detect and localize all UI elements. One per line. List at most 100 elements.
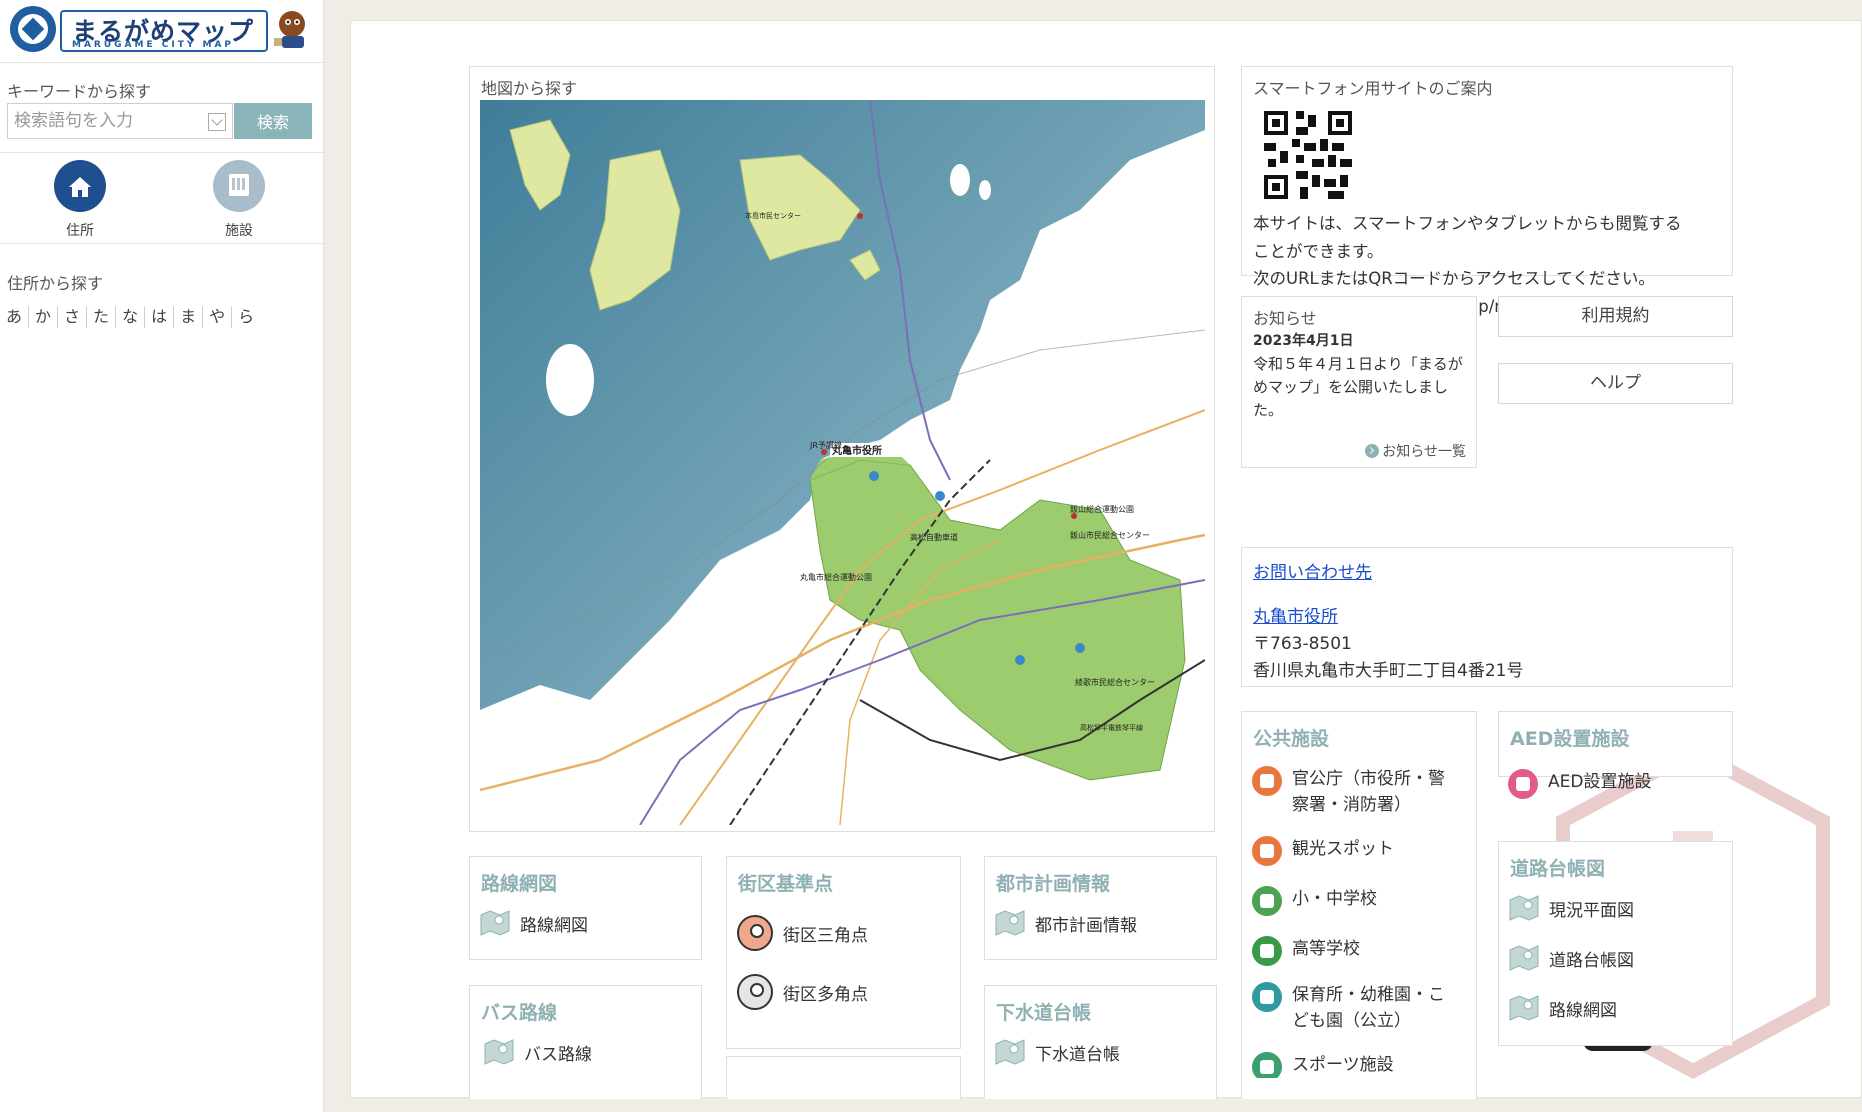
facility-high-school[interactable]: 高等学校 xyxy=(1252,936,1452,966)
divider xyxy=(0,62,324,63)
kana-ra[interactable]: ら xyxy=(232,306,260,328)
smartphone-text-line: 次のURLまたはQRコードからアクセスしてください。 xyxy=(1253,269,1655,288)
route-map-title: 路線網図 xyxy=(481,873,558,895)
keyword-search-box xyxy=(7,103,233,139)
high-school-icon xyxy=(1252,936,1282,966)
map-label-iiyama-park: 飯山総合運動公園 xyxy=(1070,504,1134,514)
dropdown-icon[interactable] xyxy=(208,113,226,131)
facility-school[interactable]: 小・中学校 xyxy=(1252,886,1452,916)
current-plan-link[interactable]: 現況平面図 xyxy=(1509,894,1634,922)
sports-icon xyxy=(1252,1052,1282,1078)
city-planning-panel: 都市計画情報 都市計画情報 xyxy=(984,856,1217,960)
site-logo[interactable]: まるがめマップ MARUGAME CITY MAP xyxy=(8,4,320,56)
aed-facility-link[interactable]: AED設置施設 xyxy=(1508,769,1708,799)
kana-sa[interactable]: さ xyxy=(58,306,88,328)
sewer-label: 下水道台帳 xyxy=(1035,1044,1120,1065)
mode-address-label: 住所 xyxy=(66,223,94,239)
kana-a[interactable]: あ xyxy=(0,306,30,328)
contact-link[interactable]: お問い合わせ先 xyxy=(1253,558,1372,583)
sewer-title: 下水道台帳 xyxy=(996,1002,1092,1024)
mode-address-button[interactable]: 住所 xyxy=(35,160,125,240)
kana-na[interactable]: な xyxy=(116,306,146,328)
news-panel: お知らせ 2023年4月1日 令和５年４月１日より「まるがめマップ」を公開いたし… xyxy=(1241,296,1477,468)
facility-label: 高等学校 xyxy=(1292,939,1360,959)
smartphone-panel-title: スマートフォン用サイトのご案内 xyxy=(1253,79,1493,98)
sewer-panel: 下水道台帳 下水道台帳 xyxy=(984,985,1217,1099)
mode-facility-label: 施設 xyxy=(225,223,253,239)
city-hall-link[interactable]: 丸亀市役所 xyxy=(1253,602,1338,627)
smartphone-text-line: ことができます。 xyxy=(1253,241,1384,261)
news-list-label: お知らせ一覧 xyxy=(1382,444,1466,460)
keyword-search-label: キーワードから探す xyxy=(7,82,152,101)
map-icon xyxy=(995,1039,1025,1065)
postal-code: 〒763-8501 xyxy=(1253,634,1352,654)
map-icon xyxy=(480,910,510,936)
current-plan-label: 現況平面図 xyxy=(1549,900,1634,921)
sewer-link[interactable]: 下水道台帳 xyxy=(995,1038,1120,1066)
terms-button[interactable]: 利用規約 xyxy=(1498,296,1733,337)
route-network-link[interactable]: 路線網図 xyxy=(1509,994,1617,1022)
facility-label: スポーツ施設 xyxy=(1292,1055,1394,1075)
map-search-panel: 地図から探す 丸亀市役所 JR予讃線 高松自動車道 飯山総合運動公園 飯山市民総… xyxy=(469,66,1215,832)
map-icon xyxy=(1509,945,1539,971)
search-button[interactable]: 検索 xyxy=(234,103,312,139)
facility-label: 観光スポット xyxy=(1292,839,1394,859)
keyword-search-input[interactable] xyxy=(14,108,210,134)
pin-icon xyxy=(737,974,773,1010)
public-facilities-panel: 公共施設 官公庁（市役所・警察署・消防署） 観光スポット 小・中学校 高等学校 … xyxy=(1241,711,1477,1099)
divider xyxy=(0,152,324,153)
map-label-expressway: 高松自動車道 xyxy=(910,532,958,542)
triangle-point-label: 街区三角点 xyxy=(783,925,868,946)
route-network-label: 路線網図 xyxy=(1549,1000,1617,1021)
road-ledger-map-link[interactable]: 道路台帳図 xyxy=(1509,944,1634,972)
main-content: 地図から探す 丸亀市役所 JR予讃線 高松自動車道 飯山総合運動公園 飯山市民総… xyxy=(350,20,1862,1099)
polygon-point-link[interactable]: 街区多角点 xyxy=(737,974,868,1010)
kana-ma[interactable]: ま xyxy=(174,306,204,328)
mascot-icon xyxy=(274,11,305,48)
news-body: 令和５年４月１日より「まるがめマップ」を公開いたしました。 xyxy=(1253,355,1463,419)
office-address: 香川県丸亀市大手町二丁目4番21号 xyxy=(1253,661,1524,681)
facility-label: 官公庁（市役所・警察署・消防署） xyxy=(1292,769,1445,815)
kana-ya[interactable]: や xyxy=(203,306,233,328)
facility-government[interactable]: 官公庁（市役所・警察署・消防署） xyxy=(1252,766,1452,818)
building-icon xyxy=(229,174,249,196)
government-icon xyxy=(1252,766,1282,796)
news-list-link[interactable]: お知らせ一覧 xyxy=(1365,441,1466,461)
kana-ha[interactable]: は xyxy=(145,306,175,328)
road-ledger-map-label: 道路台帳図 xyxy=(1549,950,1634,971)
kana-ta[interactable]: た xyxy=(87,306,117,328)
pin-icon xyxy=(737,915,773,951)
news-panel-title: お知らせ xyxy=(1253,309,1317,328)
home-icon xyxy=(69,177,91,197)
qr-code-icon xyxy=(1264,111,1352,199)
map-icon xyxy=(995,910,1025,936)
route-map-panel: 路線網図 路線網図 xyxy=(469,856,702,960)
divider xyxy=(0,243,324,244)
map-icon xyxy=(1509,895,1539,921)
map-icon xyxy=(1509,995,1539,1021)
bus-route-panel: バス路線 バス路線 xyxy=(469,985,702,1099)
bus-route-link[interactable]: バス路線 xyxy=(484,1038,592,1066)
nursery-icon xyxy=(1252,982,1282,1012)
map-icon xyxy=(484,1039,514,1065)
mode-facility-button[interactable]: 施設 xyxy=(194,160,284,240)
facility-tourism[interactable]: 観光スポット xyxy=(1252,836,1452,866)
facility-sports[interactable]: スポーツ施設 xyxy=(1252,1052,1452,1078)
map-label-iiyama-center: 飯山市民総合センター xyxy=(1070,530,1150,540)
help-button[interactable]: ヘルプ xyxy=(1498,363,1733,404)
city-planning-title: 都市計画情報 xyxy=(996,873,1111,895)
block-points-title: 街区基準点 xyxy=(738,873,834,895)
area-map[interactable]: 丸亀市役所 JR予讃線 高松自動車道 飯山総合運動公園 飯山市民総合センター 丸… xyxy=(480,100,1205,825)
bus-route-label: バス路線 xyxy=(524,1044,592,1065)
triangle-point-link[interactable]: 街区三角点 xyxy=(737,915,868,951)
smartphone-text-line: 本サイトは、スマートフォンやタブレットからも閲覧する xyxy=(1253,214,1682,233)
logo-subtitle: MARUGAME CITY MAP xyxy=(72,40,235,50)
facility-nursery[interactable]: 保育所・幼稚園・こども園（公立） xyxy=(1252,982,1452,1034)
bus-route-title: バス路線 xyxy=(481,1002,558,1024)
kana-ka[interactable]: か xyxy=(29,306,59,328)
map-label-sports-park: 丸亀市総合運動公園 xyxy=(800,572,872,582)
map-label-kotoden: 高松琴平電鉄琴平線 xyxy=(1080,723,1143,732)
route-map-link[interactable]: 路線網図 xyxy=(480,909,588,937)
city-planning-link[interactable]: 都市計画情報 xyxy=(995,909,1137,937)
polygon-point-label: 街区多角点 xyxy=(783,984,868,1005)
